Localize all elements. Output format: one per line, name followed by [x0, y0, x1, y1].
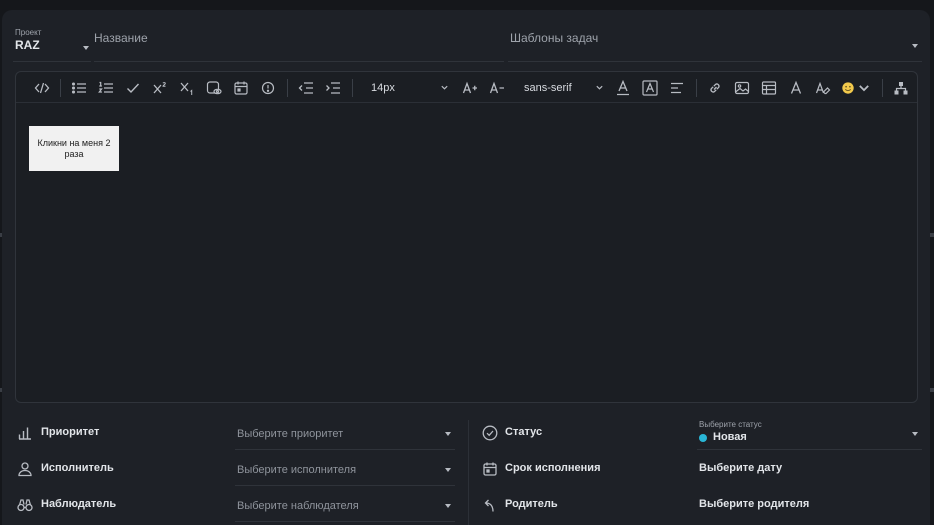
toolbar-separator [696, 79, 697, 97]
properties-divider [468, 420, 469, 525]
status-caption: Выберите статус [699, 420, 762, 429]
chevron-down-icon [83, 37, 89, 55]
task-templates-label: Шаблоны задач [510, 31, 599, 45]
task-title-field[interactable] [94, 26, 504, 62]
assignee-label: Исполнитель [41, 462, 114, 474]
user-icon [17, 461, 33, 477]
status-label: Статус [505, 426, 543, 438]
status-value: Новая [713, 431, 747, 443]
outdent-icon[interactable] [295, 77, 317, 99]
chevron-down-icon [445, 504, 451, 508]
background-color-icon[interactable] [639, 77, 661, 99]
toolbar-separator [882, 79, 883, 97]
watcher-select[interactable]: Выберите наблюдателя [235, 490, 455, 522]
superscript-icon[interactable] [149, 77, 171, 99]
chevron-down-icon [912, 432, 918, 436]
watcher-placeholder: Выберите наблюдателя [237, 500, 359, 512]
chevron-down-icon [912, 35, 918, 53]
priority-label: Приоритет [41, 426, 100, 438]
align-icon[interactable] [666, 77, 688, 99]
assignee-placeholder: Выберите исполнителя [237, 464, 357, 476]
chevron-down-icon [445, 432, 451, 436]
double-click-button[interactable]: Кликни на меня 2 раза [29, 126, 119, 171]
project-select[interactable]: Проект RAZ [13, 26, 91, 62]
parent-label: Родитель [505, 498, 558, 510]
check-circle-icon [482, 425, 498, 441]
subscript-icon[interactable] [176, 77, 198, 99]
font-family-select[interactable]: sans-serif [524, 77, 604, 99]
indent-icon[interactable] [322, 77, 344, 99]
rich-text-editor: 14px sans-serif Кликни на меня 2 раза [15, 71, 918, 403]
image-icon[interactable] [731, 77, 753, 99]
font-icon[interactable] [785, 77, 807, 99]
task-create-dialog: Проект RAZ Шаблоны задач [2, 10, 930, 525]
due-date-picker[interactable]: Выберите дату [699, 462, 782, 474]
status-select[interactable]: Выберите статус Новая [697, 418, 922, 450]
binoculars-icon [17, 497, 33, 513]
bar-chart-icon [17, 425, 33, 441]
text-color-icon[interactable] [612, 77, 634, 99]
link-icon[interactable] [704, 77, 726, 99]
project-value: RAZ [15, 38, 40, 52]
priority-placeholder: Выберите приоритет [237, 428, 344, 440]
preview-icon[interactable] [203, 77, 225, 99]
numbered-list-icon[interactable] [95, 77, 117, 99]
parent-row: Родитель Выберите родителя [477, 486, 922, 522]
task-templates-select[interactable]: Шаблоны задач [508, 26, 922, 62]
code-view-icon[interactable] [31, 77, 53, 99]
hierarchy-icon[interactable] [890, 77, 912, 99]
table-icon[interactable] [758, 77, 780, 99]
parent-picker[interactable]: Выберите родителя [699, 498, 809, 510]
toolbar-separator [60, 79, 61, 97]
chevron-down-icon [440, 83, 449, 95]
editor-content-area[interactable]: Кликни на меня 2 раза [16, 104, 917, 402]
chevron-down-icon [595, 83, 604, 95]
toolbar-separator [352, 79, 353, 97]
status-color-dot [699, 434, 707, 442]
emoji-icon[interactable] [841, 77, 871, 99]
arrow-up-left-icon [482, 497, 498, 513]
font-size-value: 14px [371, 82, 395, 94]
watcher-row: Наблюдатель Выберите наблюдателя [15, 486, 455, 522]
calendar-icon [482, 461, 498, 477]
project-caption: Проект [15, 28, 42, 37]
priority-select[interactable]: Выберите приоритет [235, 418, 455, 450]
task-properties-left: Приоритет Выберите приоритет Исполнитель… [15, 414, 455, 522]
assignee-select[interactable]: Выберите исполнителя [235, 454, 455, 486]
assignee-row: Исполнитель Выберите исполнителя [15, 450, 455, 486]
task-properties-right: Статус Выберите статус Новая Срок исполн… [477, 414, 922, 522]
editor-toolbar: 14px sans-serif [16, 72, 917, 103]
font-family-value: sans-serif [524, 82, 572, 94]
due-date-row: Срок исполнения Выберите дату [477, 450, 922, 486]
chevron-down-icon [445, 468, 451, 472]
priority-row: Приоритет Выберите приоритет [15, 414, 455, 450]
clear-format-icon[interactable] [812, 77, 834, 99]
due-date-label: Срок исполнения [505, 462, 601, 474]
status-row: Статус Выберите статус Новая [477, 414, 922, 450]
decrease-font-icon[interactable] [486, 77, 508, 99]
checklist-icon[interactable] [122, 77, 144, 99]
info-icon[interactable] [257, 77, 279, 99]
bullet-list-icon[interactable] [68, 77, 90, 99]
task-title-input[interactable] [94, 28, 504, 48]
toolbar-separator [287, 79, 288, 97]
increase-font-icon[interactable] [459, 77, 481, 99]
watcher-label: Наблюдатель [41, 498, 117, 510]
font-size-select[interactable]: 14px [371, 77, 449, 99]
calendar-icon[interactable] [230, 77, 252, 99]
